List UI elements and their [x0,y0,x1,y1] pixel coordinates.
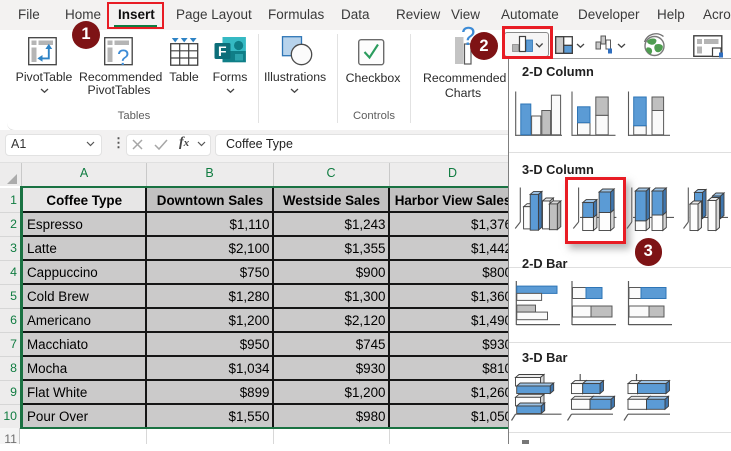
svg-text:?: ? [117,45,129,68]
svg-text:F: F [218,43,227,59]
